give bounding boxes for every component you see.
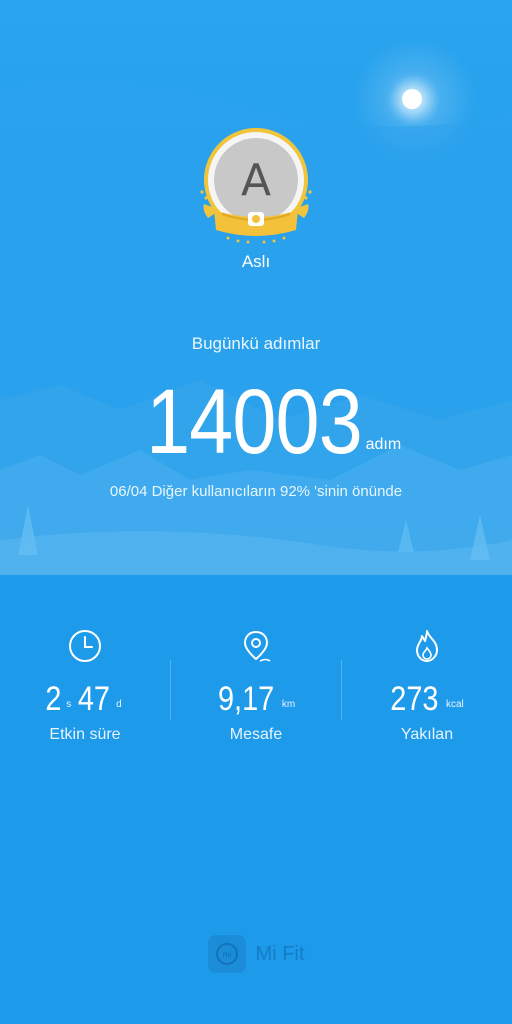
steps-unit: adım [365, 436, 402, 453]
steps-label: Bugünkü adımlar [191, 334, 321, 353]
active-time-value: 2 s 47 d [0, 676, 170, 716]
brand-name: Mi Fit [255, 942, 305, 965]
distance-value: 9,17 km [171, 676, 341, 716]
stat-active-time[interactable]: 2 s 47 d Etkin süre [0, 620, 170, 760]
distance-unit: km [281, 699, 296, 710]
location-pin-icon [243, 630, 271, 662]
calories-label: Yakılan [400, 726, 454, 743]
rank-text: 06/04 Diğer kullanıcıların 92% 'sinin ön… [109, 483, 403, 500]
active-hours: 2 [45, 680, 62, 718]
calories-value: 273 kcal [342, 676, 512, 716]
calories-number: 273 [390, 680, 439, 718]
brand-footer: mi Mi Fit [0, 934, 512, 974]
badge-ribbon-icon [200, 190, 312, 244]
logo-text: mi [222, 950, 231, 959]
steps-value: 14003 [145, 371, 363, 473]
stat-calories[interactable]: 273 kcal Yakılan [342, 620, 512, 760]
active-time-label: Etkin süre [49, 726, 121, 743]
stats-row: 2 s 47 d Etkin süre 9,17 km Mesafe 273 k… [0, 620, 512, 760]
active-minutes: 47 [78, 680, 111, 718]
distance-number: 9,17 [217, 680, 274, 718]
user-name[interactable]: Aslı [0, 252, 512, 272]
active-hours-unit: s [66, 699, 72, 710]
stat-distance[interactable]: 9,17 km Mesafe [171, 620, 341, 760]
mi-fit-logo-icon: mi [207, 935, 246, 973]
avatar[interactable]: A [200, 128, 312, 244]
distance-label: Mesafe [229, 726, 283, 743]
flame-icon [416, 630, 438, 662]
active-minutes-unit: d [116, 699, 122, 710]
steps-counter[interactable]: 14003 adım [0, 372, 512, 468]
calories-unit: kcal [445, 699, 464, 710]
clock-icon [69, 630, 101, 662]
